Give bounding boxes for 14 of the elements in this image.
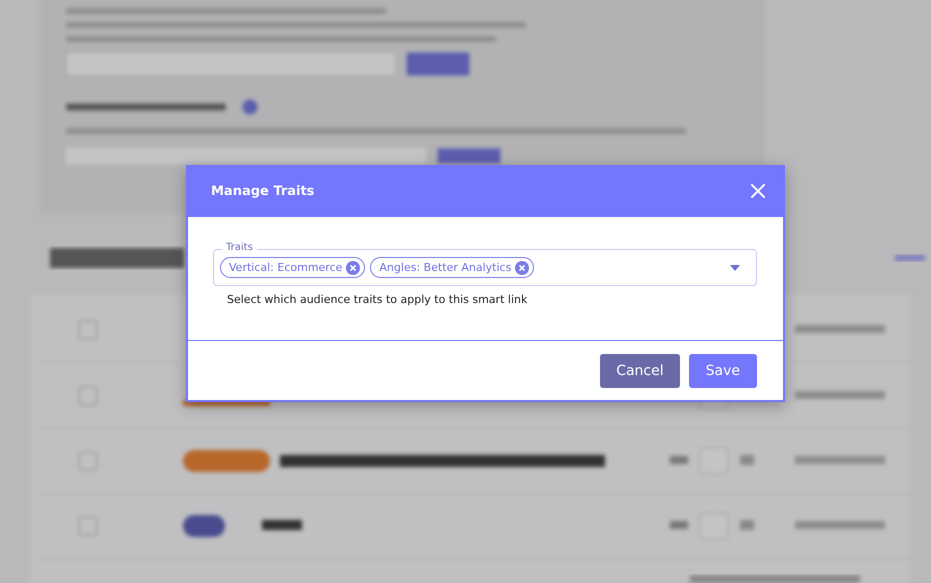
blurred-link-drawing bbox=[895, 255, 925, 261]
trait-chip[interactable]: Angles: Better Analytics bbox=[370, 257, 534, 278]
chip-label: Vertical: Ecommerce bbox=[229, 261, 342, 274]
chip-label: Angles: Better Analytics bbox=[379, 261, 512, 274]
traits-select-field[interactable]: Vertical: Ecommerce Angles: Better Analytics bbox=[213, 249, 757, 286]
trait-chip[interactable]: Vertical: Ecommerce bbox=[220, 257, 366, 278]
caret-icon[interactable] bbox=[730, 264, 740, 270]
close-icon[interactable] bbox=[751, 184, 765, 198]
helper-text: Select which audience traits to apply to this smart link bbox=[227, 293, 528, 306]
remove-icon[interactable] bbox=[346, 260, 360, 274]
dialog-title: Manage Traits bbox=[211, 184, 314, 198]
cancel-button[interactable]: Cancel bbox=[600, 354, 680, 388]
remove-icon[interactable] bbox=[515, 260, 530, 274]
save-button[interactable]: Save bbox=[688, 354, 757, 388]
